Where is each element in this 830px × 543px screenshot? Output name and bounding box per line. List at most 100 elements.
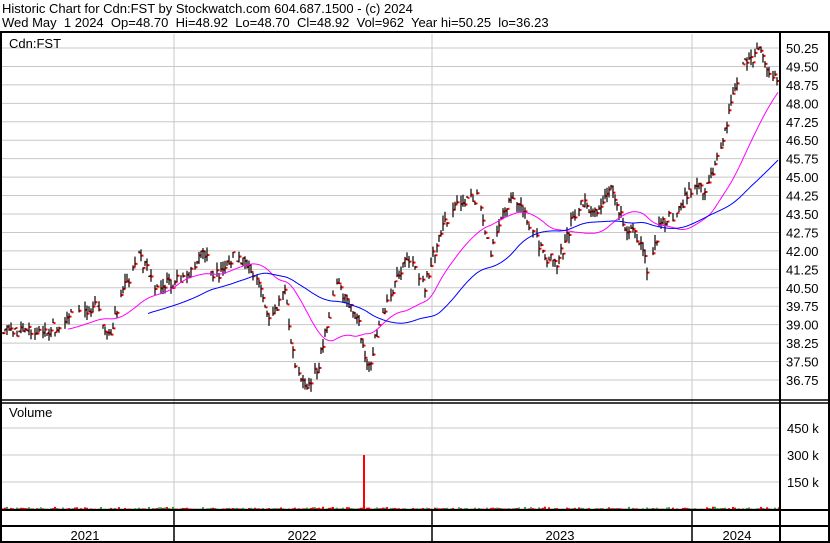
close-dot — [327, 326, 330, 329]
volume-bar — [202, 507, 204, 509]
close-dot — [633, 227, 636, 230]
volume-bar — [710, 508, 712, 509]
close-dot — [69, 315, 72, 318]
volume-bar — [278, 508, 280, 509]
volume-bar — [326, 508, 328, 509]
close-dot — [561, 247, 564, 250]
price-tick-label: 44.25 — [786, 189, 819, 204]
volume-bar — [666, 507, 668, 509]
price-volume-chart: Cdn:FST Volume 50.25 49.50 48.75 48.00 47.25… — [0, 31, 830, 543]
close-dot — [431, 264, 434, 267]
volume-bar — [478, 508, 480, 509]
close-dot — [557, 265, 560, 268]
volume-bar — [160, 507, 162, 509]
volume-bar — [156, 508, 158, 509]
close-dot — [31, 332, 34, 335]
close-dot — [613, 191, 616, 194]
volume-bar — [732, 507, 734, 509]
close-dot — [51, 329, 54, 332]
close-dot — [165, 286, 168, 289]
volume-bar — [768, 508, 770, 509]
volume-bar — [210, 507, 212, 509]
volume-bar — [620, 508, 622, 509]
close-dot — [219, 277, 222, 280]
volume-bar — [616, 508, 618, 509]
volume-bar — [544, 506, 546, 509]
close-dot — [669, 211, 672, 214]
close-dot — [621, 211, 624, 214]
volume-bar — [250, 507, 252, 509]
close-dot — [359, 319, 362, 322]
volume-bar — [598, 508, 600, 509]
close-dot — [39, 328, 42, 331]
volume-bar — [32, 508, 34, 509]
close-dot — [587, 204, 590, 207]
volume-bar — [180, 508, 182, 509]
close-dot — [99, 308, 102, 311]
volume-bar — [310, 507, 312, 509]
volume-bar — [728, 508, 730, 509]
close-dot — [635, 230, 638, 233]
close-dot — [569, 233, 572, 236]
close-dot — [233, 251, 236, 254]
close-dot — [287, 303, 290, 306]
volume-bar — [480, 508, 482, 509]
volume-bar — [20, 507, 22, 509]
volume-bar — [342, 507, 344, 509]
volume-bar — [426, 507, 428, 509]
volume-bar — [144, 508, 146, 509]
volume-bar — [718, 508, 720, 509]
close-dot — [183, 275, 186, 278]
volume-bar — [596, 508, 598, 509]
volume-bar — [774, 507, 776, 509]
volume-bar — [500, 508, 502, 509]
close-dot — [177, 274, 180, 277]
volume-bar — [340, 508, 342, 509]
close-dot — [435, 254, 438, 257]
volume-bar — [148, 506, 150, 509]
volume-bar — [442, 508, 444, 509]
close-dot — [265, 306, 268, 309]
volume-bar — [272, 508, 274, 509]
volume-bar — [486, 507, 488, 509]
price-tick-label: 46.50 — [786, 133, 819, 148]
volume-bar — [142, 508, 144, 509]
volume-bar — [42, 508, 44, 509]
volume-bar — [26, 508, 28, 509]
volume-bar — [158, 507, 160, 509]
close-dot — [581, 199, 584, 202]
volume-bar — [396, 508, 398, 509]
volume-bar — [182, 507, 184, 509]
volume-bar — [336, 507, 338, 509]
close-dot — [537, 234, 540, 237]
close-dot — [319, 366, 322, 369]
volume-bar — [6, 506, 8, 509]
close-dot — [723, 139, 726, 142]
volume-bar — [50, 508, 52, 509]
close-dot — [541, 244, 544, 247]
close-dot — [377, 335, 380, 338]
volume-bar — [72, 508, 74, 509]
volume-bar — [302, 508, 304, 509]
volume-bar — [348, 507, 350, 509]
close-dot — [673, 219, 676, 222]
volume-bar — [724, 507, 726, 509]
price-tick-label: 42.75 — [786, 225, 819, 240]
close-dot — [743, 63, 746, 66]
year-label: 2022 — [288, 528, 317, 543]
close-dot — [289, 325, 292, 328]
close-dot — [259, 281, 262, 284]
price-tick-label: 48.75 — [786, 78, 819, 93]
close-dot — [299, 372, 302, 375]
price-tick-label: 42.00 — [786, 244, 819, 259]
close-dot — [323, 345, 326, 348]
close-dot — [141, 254, 144, 257]
close-dot — [293, 348, 296, 351]
volume-bar — [38, 508, 40, 509]
volume-bar — [154, 508, 156, 509]
close-dot — [333, 294, 336, 297]
volume-tick-label: 300 k — [787, 448, 819, 463]
volume-bar — [642, 508, 644, 509]
volume-bar — [662, 508, 664, 509]
volume-bar — [654, 508, 656, 509]
